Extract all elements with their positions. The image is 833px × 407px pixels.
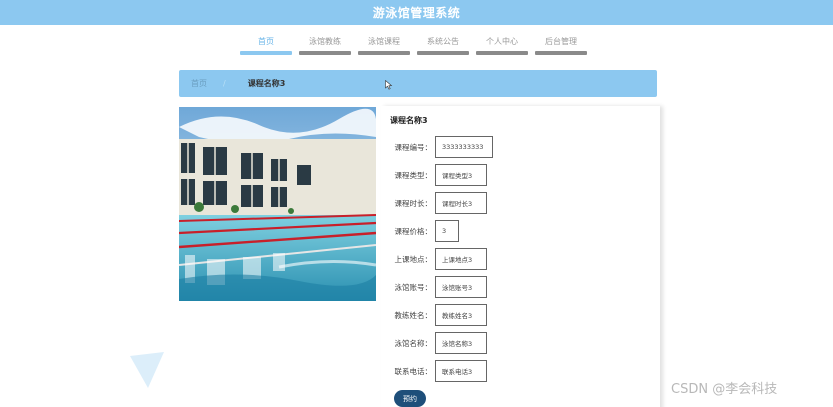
nav-underline xyxy=(240,51,292,55)
field-phone: 联系电话： 联系电话3 xyxy=(381,360,487,382)
field-label: 教练姓名： xyxy=(394,310,433,320)
field-course-price: 课程价格： 3 xyxy=(381,220,459,242)
nav-underline xyxy=(417,51,469,55)
breadcrumb-separator: / xyxy=(223,79,226,88)
nav-item-home[interactable]: 首页 xyxy=(240,33,292,55)
nav-underline xyxy=(299,51,351,55)
nav-label: 泳馆课程 xyxy=(368,37,400,46)
field-value: 3 xyxy=(435,220,459,242)
decorative-triangle-icon xyxy=(130,352,164,388)
field-course-code: 课程编号： 3333333333 xyxy=(381,136,493,158)
breadcrumb-home[interactable]: 首页 xyxy=(191,78,207,89)
nav-item-coaches[interactable]: 泳馆教练 xyxy=(299,33,351,55)
field-pool-account: 泳馆账号： 泳馆账号3 xyxy=(381,276,487,298)
pool-photo-icon xyxy=(179,107,376,301)
field-value: 教练姓名3 xyxy=(435,304,487,326)
main-nav: 首页 泳馆教练 泳馆课程 系统公告 个人中心 后台管理 xyxy=(240,33,587,55)
field-value: 3333333333 xyxy=(435,136,493,158)
watermark: CSDN @李会科技 xyxy=(671,382,778,397)
nav-label: 首页 xyxy=(258,37,274,46)
site-title: 游泳馆管理系统 xyxy=(372,6,461,20)
page: 游泳馆管理系统 首页 泳馆教练 泳馆课程 系统公告 个人中心 后台管理 首页 /… xyxy=(0,0,833,407)
nav-item-courses[interactable]: 泳馆课程 xyxy=(358,33,410,55)
book-button[interactable]: 预约 xyxy=(394,390,426,407)
nav-item-profile[interactable]: 个人中心 xyxy=(476,33,528,55)
nav-label: 个人中心 xyxy=(486,37,518,46)
field-value: 上课地点3 xyxy=(435,248,487,270)
breadcrumb: 首页 / 课程名称3 xyxy=(179,70,657,97)
nav-label: 泳馆教练 xyxy=(309,37,341,46)
breadcrumb-current: 课程名称3 xyxy=(247,79,286,88)
nav-underline xyxy=(476,51,528,55)
field-value: 泳馆账号3 xyxy=(435,276,487,298)
field-label: 泳馆账号： xyxy=(394,282,433,292)
field-label: 课程价格： xyxy=(394,226,433,236)
field-label: 课程类型： xyxy=(394,170,433,180)
field-label: 课程时长： xyxy=(394,198,433,208)
course-image xyxy=(179,107,376,301)
field-value: 课程时长3 xyxy=(435,192,487,214)
course-name: 课程名称3 xyxy=(390,116,428,125)
field-label: 上课地点： xyxy=(394,254,433,264)
field-value: 泳馆名称3 xyxy=(435,332,487,354)
mouse-cursor-icon xyxy=(385,80,393,90)
nav-underline xyxy=(535,51,587,55)
field-pool-name: 泳馆名称： 泳馆名称3 xyxy=(381,332,487,354)
field-label: 课程编号： xyxy=(394,142,433,152)
field-label: 联系电话： xyxy=(394,366,433,376)
field-value: 联系电话3 xyxy=(435,360,487,382)
nav-label: 系统公告 xyxy=(427,37,459,46)
header: 游泳馆管理系统 xyxy=(0,0,833,25)
nav-underline xyxy=(358,51,410,55)
nav-label: 后台管理 xyxy=(545,37,577,46)
field-course-type: 课程类型： 课程类型3 xyxy=(381,164,487,186)
course-detail-card: 课程名称3 课程编号： 3333333333 课程类型： 课程类型3 课程时长：… xyxy=(381,106,660,407)
nav-item-admin[interactable]: 后台管理 xyxy=(535,33,587,55)
field-coach-name: 教练姓名： 教练姓名3 xyxy=(381,304,487,326)
field-course-duration: 课程时长： 课程时长3 xyxy=(381,192,487,214)
field-value: 课程类型3 xyxy=(435,164,487,186)
field-location: 上课地点： 上课地点3 xyxy=(381,248,487,270)
field-label: 泳馆名称： xyxy=(394,338,433,348)
nav-item-announcements[interactable]: 系统公告 xyxy=(417,33,469,55)
